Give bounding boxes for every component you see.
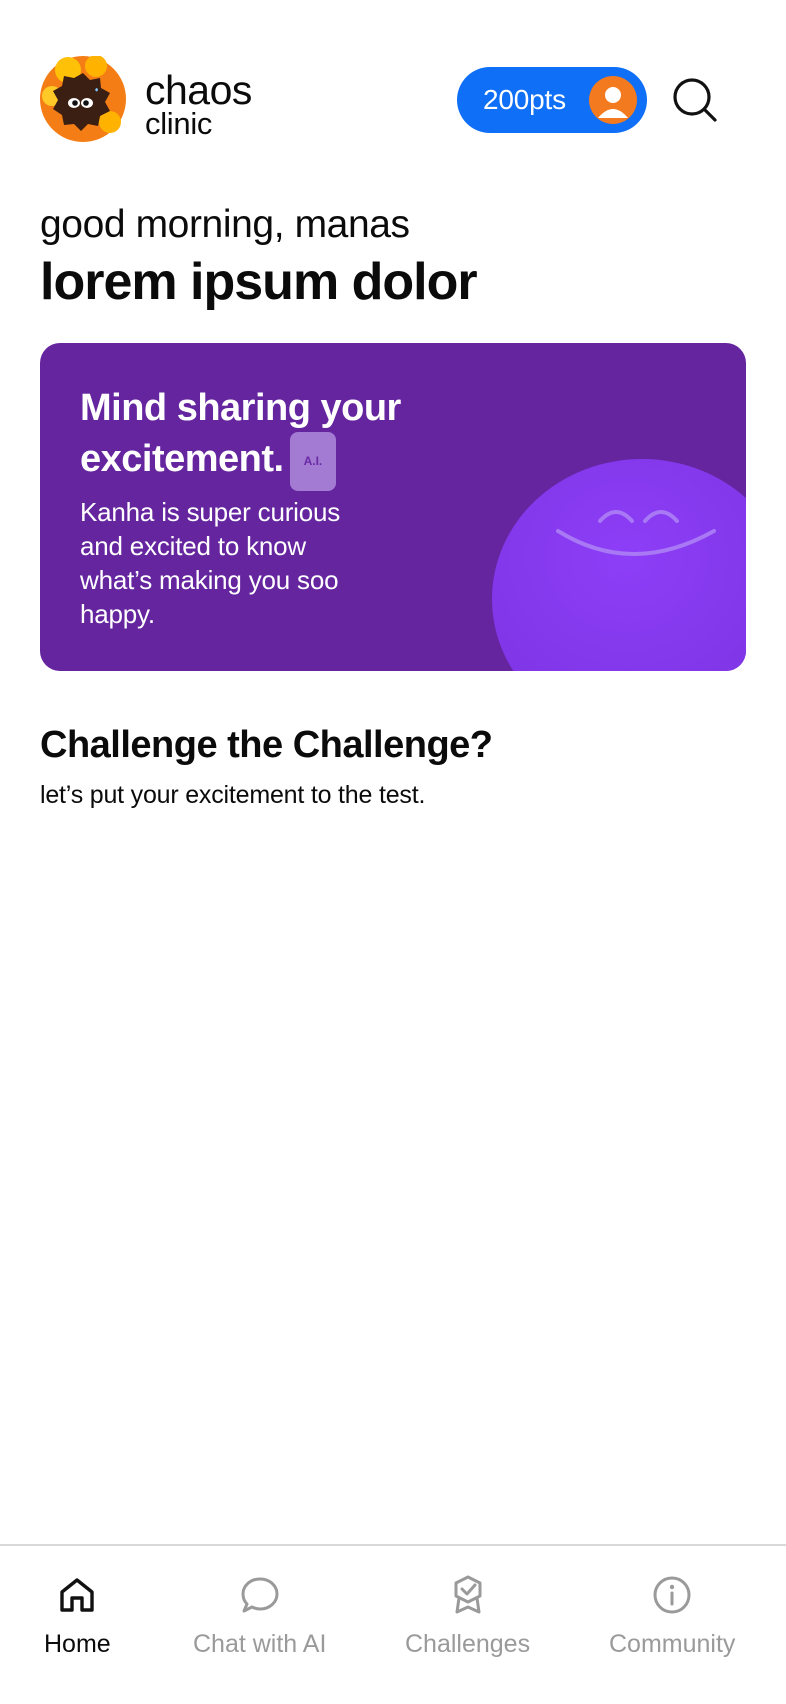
nav-label-home: Home: [44, 1630, 111, 1658]
nav-item-community[interactable]: Community: [609, 1574, 735, 1659]
nav-label-community: Community: [609, 1630, 736, 1658]
brand-wordmark: chaos clinic: [145, 67, 252, 140]
home-screen: chaos clinic 200pts good morning, manas …: [0, 0, 786, 1704]
home-icon: [60, 1578, 95, 1612]
badge-check-icon: [454, 1575, 482, 1614]
search-icon: [673, 78, 717, 122]
nav-item-challenges[interactable]: Challenges: [405, 1574, 530, 1659]
greeting-text: good morning, manas: [40, 203, 410, 246]
nav-label-challenges: Challenges: [405, 1630, 531, 1658]
page-headline: lorem ipsum dolor: [40, 253, 478, 311]
card-title: Mind sharing your excitement. A.I.: [80, 385, 460, 491]
chat-bubble-icon: [241, 1577, 279, 1613]
nav-item-home[interactable]: Home: [44, 1574, 111, 1659]
user-icon: [598, 87, 628, 118]
card-title-line2: excitement.: [80, 438, 284, 480]
nav-item-chat-with-ai[interactable]: Chat with AI: [193, 1574, 326, 1659]
card-title-line1: Mind sharing your: [80, 387, 401, 429]
nav-label-chat-with-ai: Chat with AI: [193, 1630, 327, 1658]
card-description: Kanha is super curious and excited to kn…: [80, 497, 341, 629]
avatar: [589, 76, 637, 124]
points-profile-button[interactable]: 200pts: [457, 67, 647, 133]
smiling-face-illustration-icon: [492, 459, 746, 671]
info-icon: [653, 1576, 691, 1614]
search-button[interactable]: [671, 76, 721, 126]
ai-badge: A.I.: [289, 432, 337, 491]
points-value: 200pts: [483, 84, 566, 115]
brand-name-line1: chaos: [145, 67, 252, 113]
mood-prompt-card[interactable]: Mind sharing your excitement. A.I. Kanha …: [40, 343, 746, 671]
chaos-clinic-logo-icon: [40, 55, 126, 142]
challenge-section-title: Challenge the Challenge?: [40, 724, 493, 766]
bottom-nav-bar: Home Chat with AI Challenges Community: [0, 1544, 786, 1704]
challenge-section-subtitle: let’s put your excitement to the test.: [40, 781, 426, 809]
